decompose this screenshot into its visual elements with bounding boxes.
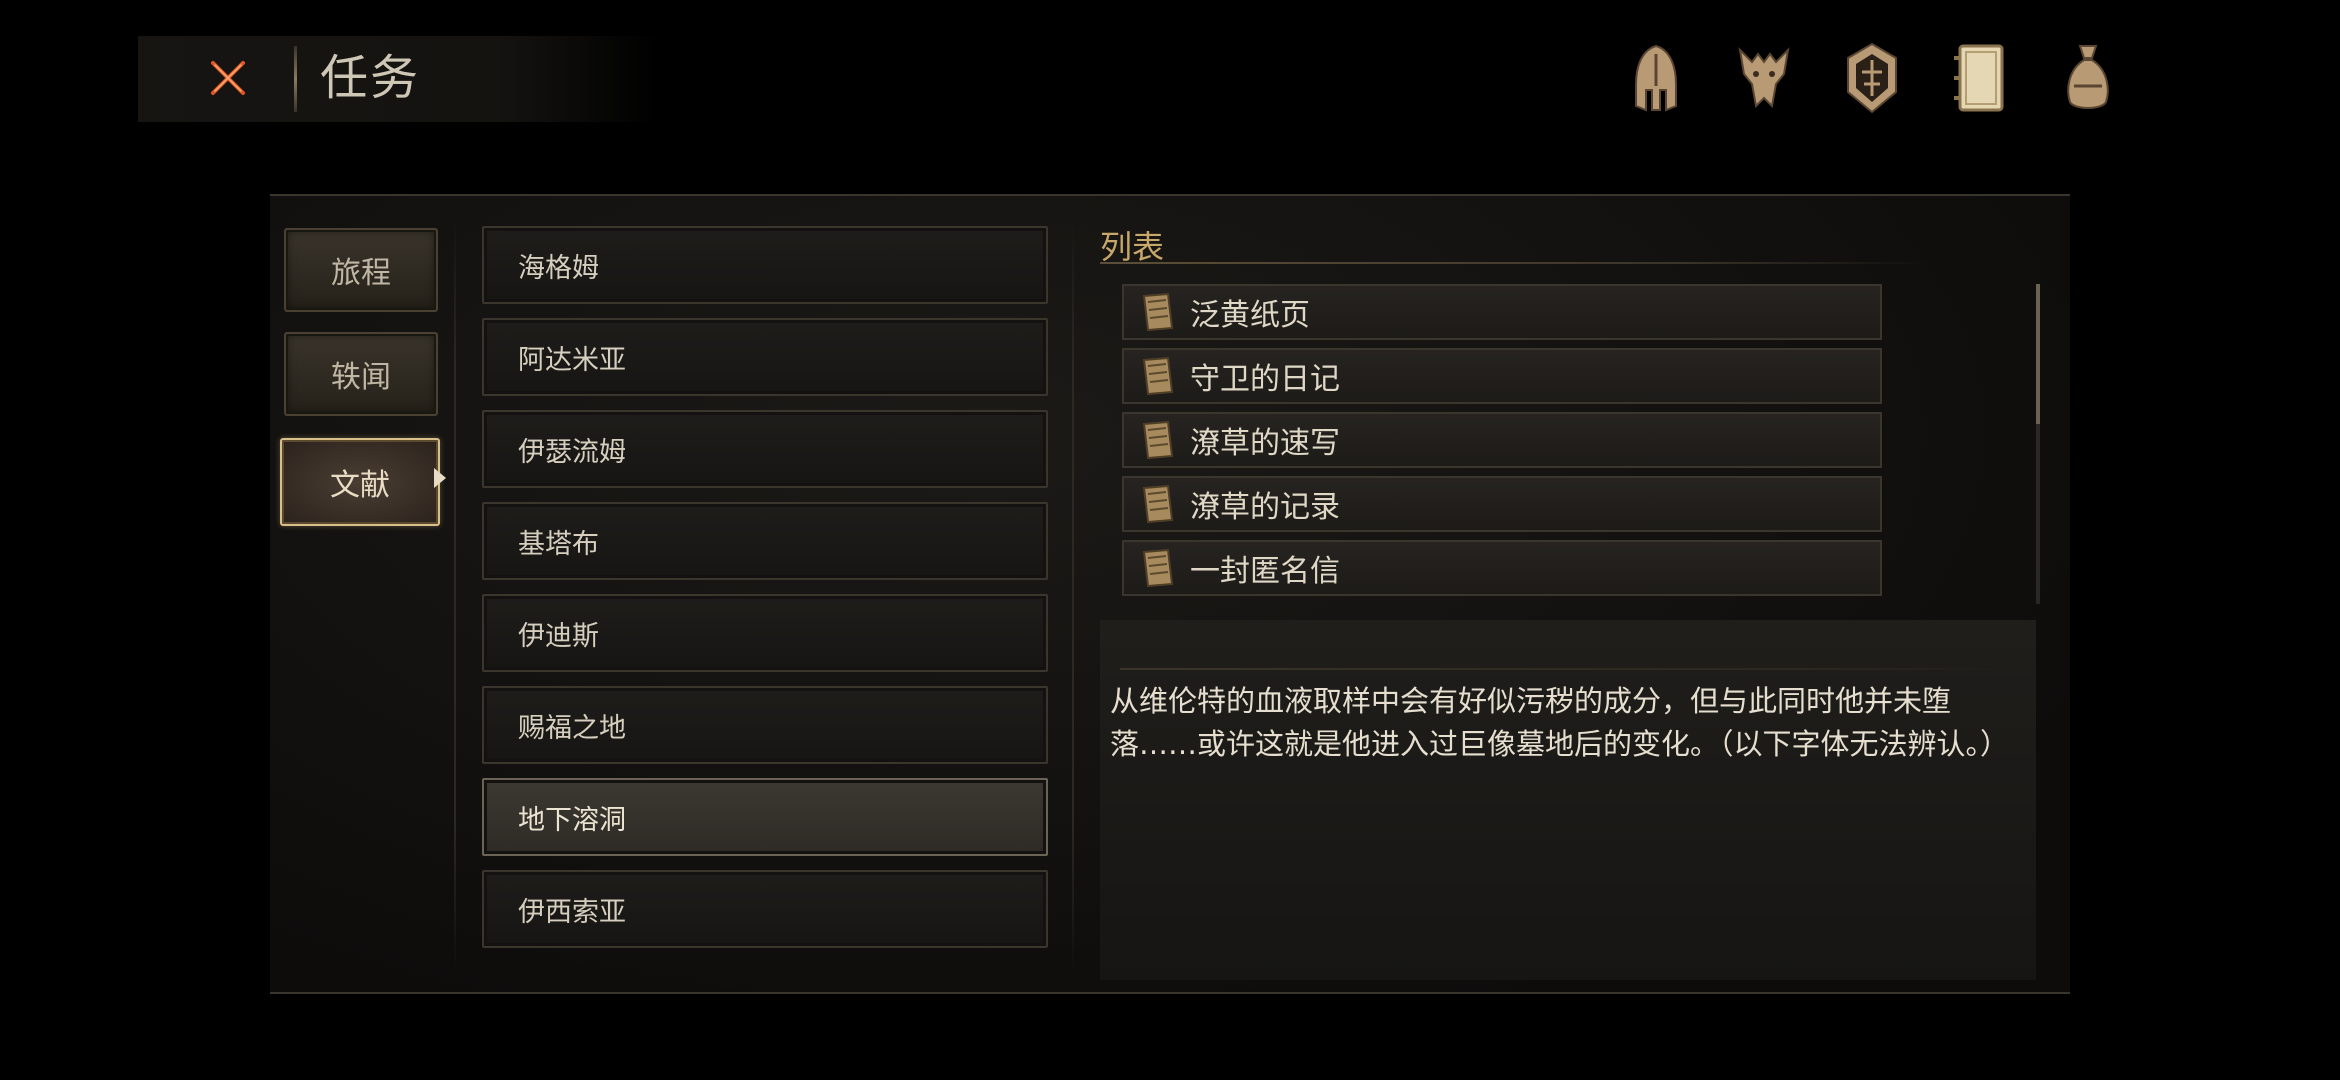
- description-box: 从维伦特的血液取样中会有好似污秽的成分，但与此同时他并未堕落……或许这就是他进入…: [1100, 620, 2036, 980]
- close-icon: [211, 61, 245, 95]
- header-divider: [294, 46, 297, 112]
- header-bar: 任务: [138, 36, 658, 122]
- document-label: 泛黄纸页: [1190, 298, 1310, 333]
- journal-icon[interactable]: [1944, 36, 2016, 120]
- beast-mask-icon[interactable]: [1728, 36, 1800, 120]
- close-button[interactable]: [198, 48, 258, 108]
- scroll-icon: [1142, 484, 1174, 524]
- document-list: 泛黄纸页 守卫的日记 潦草的速写 潦草的记录 一封匿名信: [1122, 284, 1892, 600]
- document-label: 一封匿名信: [1190, 554, 1340, 589]
- location-item[interactable]: 阿达米亚: [482, 318, 1048, 396]
- location-item[interactable]: 伊瑟流姆: [482, 410, 1048, 488]
- tab-journey[interactable]: 旅程: [284, 228, 438, 312]
- scroll-icon: [1142, 292, 1174, 332]
- location-item[interactable]: 基塔布: [482, 502, 1048, 580]
- scrollbar-thumb[interactable]: [2036, 284, 2040, 424]
- document-label: 守卫的日记: [1190, 362, 1340, 397]
- emblem-shield-icon[interactable]: [1836, 36, 1908, 120]
- divider: [454, 216, 456, 976]
- pouch-icon[interactable]: [2052, 36, 2124, 120]
- document-item[interactable]: 一封匿名信: [1122, 540, 1882, 596]
- document-list-scrollbar[interactable]: [2036, 284, 2040, 604]
- document-item[interactable]: 泛黄纸页: [1122, 284, 1882, 340]
- tab-documents[interactable]: 文献: [280, 438, 440, 526]
- location-item[interactable]: 海格姆: [482, 226, 1048, 304]
- document-item[interactable]: 守卫的日记: [1122, 348, 1882, 404]
- scroll-icon: [1142, 356, 1174, 396]
- selected-arrow-icon: [434, 468, 446, 488]
- scroll-icon: [1142, 548, 1174, 588]
- location-item[interactable]: 伊迪斯: [482, 594, 1048, 672]
- helmet-icon[interactable]: [1620, 36, 1692, 120]
- page-title: 任务: [320, 50, 421, 106]
- tab-documents-label: 文献: [330, 468, 390, 503]
- location-item-selected[interactable]: 地下溶洞: [482, 778, 1048, 856]
- document-item[interactable]: 潦草的速写: [1122, 412, 1882, 468]
- document-label: 潦草的记录: [1190, 490, 1340, 525]
- location-item[interactable]: 伊西索亚: [482, 870, 1048, 948]
- scroll-icon: [1142, 420, 1174, 460]
- top-menu-icons: [1620, 36, 2120, 120]
- tab-anecdotes[interactable]: 轶闻: [284, 332, 438, 416]
- document-item[interactable]: 潦草的记录: [1122, 476, 1882, 532]
- list-title-underline: [1100, 262, 1928, 264]
- description-divider: [1120, 668, 2010, 670]
- document-label: 潦草的速写: [1190, 426, 1340, 461]
- quest-panel: 旅程 轶闻 文献 海格姆 阿达米亚 伊瑟流姆 基塔布 伊迪斯 赐福之地 地下溶洞…: [270, 194, 2070, 994]
- divider: [1072, 216, 1074, 976]
- description-text: 从维伦特的血液取样中会有好似污秽的成分，但与此同时他并未堕落……或许这就是他进入…: [1110, 684, 2010, 761]
- location-item[interactable]: 赐福之地: [482, 686, 1048, 764]
